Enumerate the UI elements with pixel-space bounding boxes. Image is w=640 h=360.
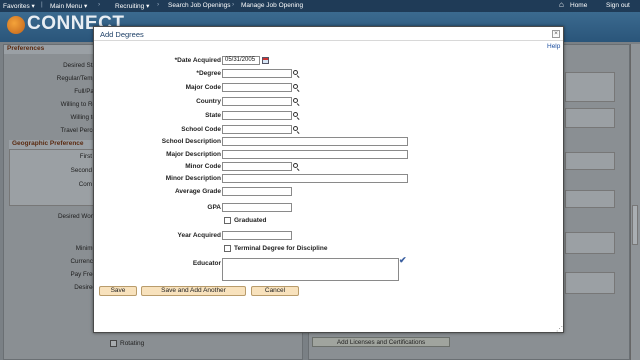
close-icon[interactable]: ×	[552, 30, 560, 38]
bg-label: First	[79, 153, 92, 160]
nav-separator: ›	[232, 1, 235, 8]
school-code-lookup-icon[interactable]	[293, 126, 301, 135]
add-licenses-button[interactable]: Add Licenses and Certifications	[312, 337, 450, 347]
country-label: Country	[196, 98, 221, 105]
page-scrollbar[interactable]	[630, 44, 640, 360]
resize-grip-icon[interactable]: ⋰	[556, 325, 563, 333]
date-acquired-input[interactable]: 05/31/2005	[222, 56, 260, 65]
bg-label: Com	[78, 181, 92, 188]
bg-label: Travel Perce	[60, 127, 96, 134]
right-panel-box	[565, 190, 615, 208]
major-code-label: Major Code	[185, 84, 221, 91]
terminal-degree-checkbox[interactable]	[224, 245, 231, 252]
bg-label: Regular/Temp	[56, 75, 96, 82]
search-job-openings-link[interactable]: Search Job Openings	[168, 2, 231, 9]
major-code-lookup-icon[interactable]	[293, 84, 301, 93]
gpa-label: GPA	[207, 204, 221, 211]
rotating-label: Rotating	[120, 340, 145, 347]
educator-textarea[interactable]	[222, 258, 399, 281]
graduated-checkbox[interactable]	[224, 217, 231, 224]
manage-job-opening-link[interactable]: Manage Job Opening	[241, 2, 303, 9]
right-panel-box	[565, 72, 615, 102]
save-and-add-another-button[interactable]: Save and Add Another	[141, 286, 246, 296]
minor-description-label: Minor Description	[165, 175, 221, 182]
add-degrees-modal: Add Degrees × Help *Date Acquired 05/31/…	[93, 26, 564, 333]
right-panel-box	[565, 152, 615, 170]
date-acquired-label: *Date Acquired	[174, 57, 221, 64]
bg-label: Desired Work	[57, 213, 96, 220]
school-description-input[interactable]	[222, 137, 408, 146]
scrollbar-thumb[interactable]	[632, 205, 638, 245]
nav-separator: |	[41, 1, 43, 8]
year-acquired-label: Year Acquired	[177, 232, 221, 239]
country-lookup-icon[interactable]	[293, 98, 301, 107]
minor-code-lookup-icon[interactable]	[293, 163, 301, 172]
main-menu[interactable]: Main Menu ▾	[50, 2, 87, 10]
logo-icon	[7, 16, 25, 34]
school-code-input[interactable]	[222, 125, 292, 134]
bg-label: Full/Par	[74, 88, 96, 95]
sign-out-link[interactable]: Sign out	[606, 2, 630, 9]
home-icon[interactable]: ⌂	[559, 0, 564, 9]
favorites-menu[interactable]: Favorites ▾	[3, 2, 35, 10]
average-grade-label: Average Grade	[174, 188, 221, 195]
cancel-button[interactable]: Cancel	[251, 286, 299, 296]
educator-label: Educator	[192, 260, 221, 267]
state-label: State	[205, 112, 221, 119]
calendar-icon[interactable]	[262, 57, 269, 64]
geographic-preference-header: Geographic Preference	[9, 140, 97, 149]
bg-label: Desired Sta	[63, 62, 96, 69]
major-description-input[interactable]	[222, 150, 408, 159]
spell-check-icon[interactable]: ✔	[399, 255, 407, 266]
minor-code-label: Minor Code	[185, 163, 221, 170]
school-description-label: School Description	[161, 138, 221, 145]
bg-label: Desired	[74, 284, 96, 291]
gpa-input[interactable]	[222, 203, 292, 212]
right-panel-box	[565, 232, 615, 254]
right-panel-box	[565, 108, 615, 128]
school-code-label: School Code	[181, 126, 221, 133]
nav-separator: ›	[98, 1, 101, 8]
home-link[interactable]: Home	[570, 2, 587, 9]
right-panel-box	[565, 272, 615, 294]
top-nav-bar: Favorites ▾ | Main Menu ▾ › Recruiting ▾…	[0, 0, 640, 12]
save-button[interactable]: Save	[99, 286, 137, 296]
degree-input[interactable]	[222, 69, 292, 78]
bg-label: Minimu	[75, 245, 96, 252]
recruiting-menu[interactable]: Recruiting ▾	[115, 2, 149, 10]
nav-separator: ›	[157, 1, 160, 8]
bg-label: Pay Freq	[70, 271, 96, 278]
terminal-degree-label: Terminal Degree for Discipline	[234, 245, 328, 252]
state-lookup-icon[interactable]	[293, 112, 301, 121]
bg-label: Willing to Re	[60, 101, 96, 108]
average-grade-input[interactable]	[222, 187, 292, 196]
degree-lookup-icon[interactable]	[293, 70, 301, 79]
major-description-label: Major Description	[166, 151, 221, 158]
degree-label: *Degree	[196, 70, 221, 77]
rotating-checkbox[interactable]	[110, 340, 117, 347]
state-input[interactable]	[222, 111, 292, 120]
minor-description-input[interactable]	[222, 174, 408, 183]
modal-title: Add Degrees	[100, 30, 144, 39]
help-link[interactable]: Help	[547, 43, 560, 50]
country-input[interactable]	[222, 97, 292, 106]
bg-label: Willing to	[70, 114, 96, 121]
bg-label: Currency	[70, 258, 96, 265]
year-acquired-input[interactable]	[222, 231, 292, 240]
major-code-input[interactable]	[222, 83, 292, 92]
modal-titlebar[interactable]: Add Degrees ×	[94, 27, 563, 41]
bg-label: Second	[70, 167, 92, 174]
graduated-label: Graduated	[234, 217, 267, 224]
minor-code-input[interactable]	[222, 162, 292, 171]
